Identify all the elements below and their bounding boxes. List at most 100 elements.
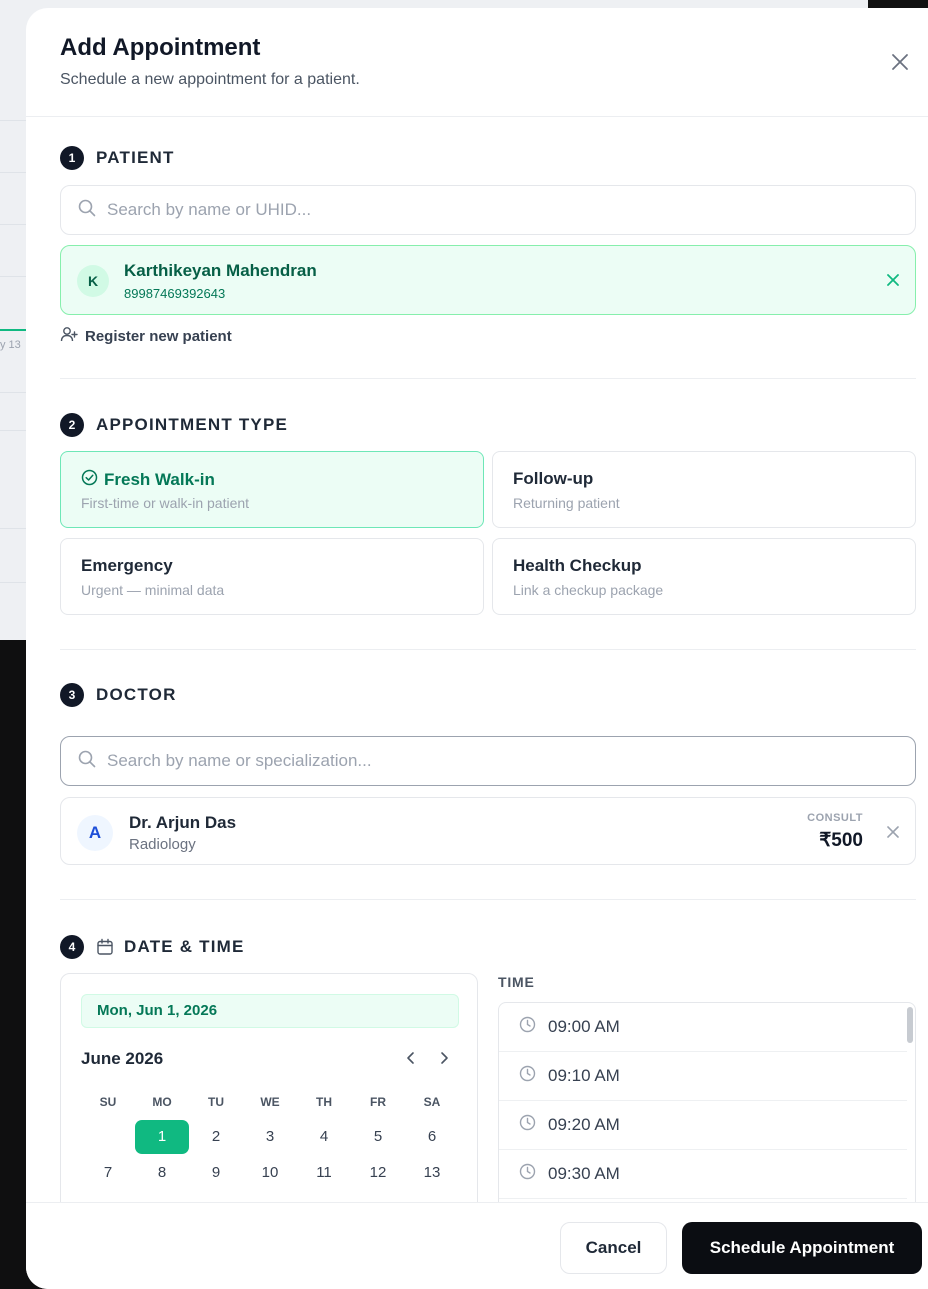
step-number: 2: [60, 413, 84, 437]
modal-subtitle: Schedule a new appointment for a patient…: [60, 71, 360, 88]
calendar-day[interactable]: 5: [351, 1120, 405, 1154]
calendar-day[interactable]: 1: [135, 1120, 189, 1154]
consult-fee: ₹500: [819, 830, 863, 851]
clock-icon: [519, 1114, 536, 1136]
clock-icon: [519, 1065, 536, 1087]
type-description: First-time or walk-in patient: [81, 495, 250, 511]
search-icon: [77, 198, 97, 223]
modal-footer: Cancel Schedule Appointment: [26, 1202, 928, 1289]
calendar-day[interactable]: 12: [351, 1156, 405, 1190]
section-title: DOCTOR: [96, 685, 177, 704]
calendar-icon: [96, 938, 114, 956]
add-appointment-modal: Add Appointment Schedule a new appointme…: [26, 8, 928, 1289]
doctor-search-input[interactable]: [107, 751, 887, 771]
calendar-day[interactable]: 10: [243, 1156, 297, 1190]
patient-search[interactable]: [60, 185, 916, 235]
patient-uhid: 89987469392643: [124, 286, 226, 301]
datetime-section-header: 4 DATE & TIME: [60, 935, 245, 959]
calendar-month: June 2026: [81, 1049, 164, 1068]
search-icon: [77, 749, 97, 774]
background-divider: [0, 392, 28, 393]
weekday-label: SU: [99, 1095, 117, 1109]
calendar-day[interactable]: 7: [81, 1156, 135, 1190]
remove-doctor-icon[interactable]: [886, 825, 900, 839]
cancel-button[interactable]: Cancel: [560, 1222, 667, 1274]
weekday-label: TH: [316, 1095, 332, 1109]
background-divider: [0, 172, 28, 173]
avatar: A: [77, 815, 113, 851]
time-slot-label: 09:20 AM: [548, 1115, 620, 1134]
doctor-search[interactable]: [60, 736, 916, 786]
doctor-specialization: Radiology: [129, 836, 196, 853]
step-number: 3: [60, 683, 84, 707]
background-divider: [0, 224, 28, 225]
type-option-emergency[interactable]: Emergency Urgent — minimal data: [60, 538, 484, 615]
register-label: Register new patient: [85, 327, 232, 345]
selected-doctor-card: A Dr. Arjun Das Radiology CONSULT ₹500: [60, 797, 916, 865]
avatar: K: [77, 265, 109, 297]
calendar-day[interactable]: 6: [405, 1120, 459, 1154]
time-slot-label: 09:00 AM: [548, 1017, 620, 1036]
patient-name: Karthikeyan Mahendran: [124, 261, 317, 280]
weekday-label: SA: [423, 1095, 441, 1109]
calendar-day[interactable]: 9: [189, 1156, 243, 1190]
background-divider: [0, 120, 28, 121]
type-title: Fresh Walk-in: [81, 469, 215, 491]
step-number: 1: [60, 146, 84, 170]
close-icon[interactable]: [888, 50, 912, 74]
section-title: PATIENT: [96, 148, 175, 167]
calendar-day[interactable]: 4: [297, 1120, 351, 1154]
doctor-section-header: 3 DOCTOR: [60, 683, 177, 707]
type-option-health-checkup[interactable]: Health Checkup Link a checkup package: [492, 538, 916, 615]
calendar-day[interactable]: 2: [189, 1120, 243, 1154]
background-divider: [0, 528, 28, 529]
type-description: Link a checkup package: [513, 582, 664, 598]
register-new-patient-link[interactable]: Register new patient: [60, 325, 232, 347]
time-slot[interactable]: 09:30 AM: [499, 1150, 907, 1199]
time-slot[interactable]: 09:20 AM: [499, 1101, 907, 1150]
modal-header: Add Appointment Schedule a new appointme…: [26, 8, 928, 117]
type-option-fresh-walk-in[interactable]: Fresh Walk-in First-time or walk-in pati…: [60, 451, 484, 528]
time-slot-label: 09:10 AM: [548, 1066, 620, 1085]
type-description: Urgent — minimal data: [81, 582, 225, 598]
check-circle-icon: [81, 469, 98, 491]
section-divider: [60, 649, 916, 650]
clock-icon: [519, 1016, 536, 1038]
calendar-day[interactable]: 8: [135, 1156, 189, 1190]
chevron-right-icon[interactable]: [434, 1048, 454, 1068]
type-description: Returning patient: [513, 495, 620, 511]
patient-search-input[interactable]: [107, 200, 887, 220]
selected-date: Mon, Jun 1, 2026: [81, 994, 459, 1028]
weekday-label: WE: [260, 1095, 280, 1109]
type-title: Follow-up: [513, 469, 594, 488]
background-divider: [0, 276, 28, 277]
schedule-appointment-button[interactable]: Schedule Appointment: [682, 1222, 922, 1274]
scrollbar-thumb[interactable]: [907, 1007, 913, 1043]
appointment-type-section-header: 2 APPOINTMENT TYPE: [60, 413, 288, 437]
step-number: 4: [60, 935, 84, 959]
selected-patient-card: K Karthikeyan Mahendran 89987469392643: [60, 245, 916, 315]
type-title: Health Checkup: [513, 556, 642, 575]
section-divider: [60, 378, 916, 379]
section-divider: [60, 899, 916, 900]
section-title: APPOINTMENT TYPE: [96, 415, 289, 434]
doctor-name: Dr. Arjun Das: [129, 813, 237, 832]
type-option-follow-up[interactable]: Follow-up Returning patient: [492, 451, 916, 528]
remove-patient-icon[interactable]: [886, 273, 900, 287]
chevron-left-icon[interactable]: [401, 1048, 421, 1068]
calendar-day[interactable]: 11: [297, 1156, 351, 1190]
section-title: DATE & TIME: [124, 937, 245, 956]
time-slot[interactable]: 09:10 AM: [499, 1052, 907, 1101]
type-title: Emergency: [81, 556, 173, 575]
patient-section-header: 1 PATIENT: [60, 146, 175, 170]
consult-label: CONSULT: [807, 812, 863, 824]
time-label: TIME: [498, 974, 535, 990]
background-divider: [0, 430, 28, 431]
type-title-label: Fresh Walk-in: [104, 470, 215, 489]
calendar-day[interactable]: 13: [405, 1156, 459, 1190]
weekday-label: FR: [370, 1095, 386, 1109]
user-plus-icon: [60, 325, 78, 347]
time-slot-label: 09:30 AM: [548, 1164, 620, 1183]
time-slot[interactable]: 09:00 AM: [499, 1003, 907, 1052]
calendar-day[interactable]: 3: [243, 1120, 297, 1154]
